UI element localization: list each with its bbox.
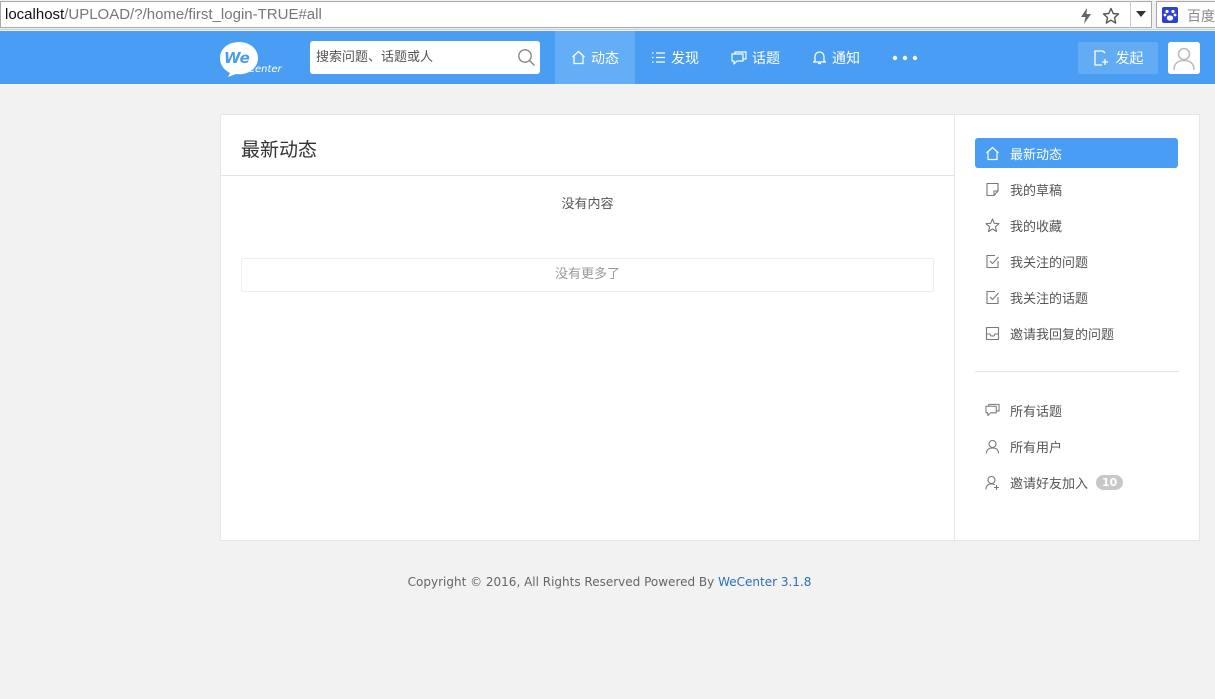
check-doc-icon: [986, 254, 999, 268]
list-icon: [652, 52, 665, 63]
footer: Copyright © 2016, All Rights Reserved Po…: [0, 575, 1215, 589]
page-title: 最新动态: [241, 139, 318, 161]
site-header: We Center 动态 发现 话题 通知 发起: [0, 31, 1215, 84]
sidebar-item-label: 我的收藏: [1010, 219, 1063, 235]
nav-item-topics[interactable]: 话题: [715, 31, 796, 84]
chat-icon: [985, 403, 1000, 417]
user-avatar[interactable]: [1168, 42, 1200, 74]
sidebar-item-followed-topics[interactable]: 我关注的话题: [975, 282, 1178, 312]
search-engine-label: 百度: [1187, 8, 1215, 24]
empty-state-text: 没有内容: [561, 197, 614, 212]
sidebar-item-label: 我的草稿: [1010, 183, 1063, 199]
more-dots-icon: [892, 55, 918, 60]
home-icon: [986, 146, 999, 160]
draft-icon: [986, 182, 999, 196]
check-doc-icon: [986, 290, 999, 304]
sidebar-item-all-users[interactable]: 所有用户: [975, 431, 1178, 461]
sidebar-item-favorites[interactable]: 我的收藏: [975, 210, 1178, 240]
publish-button[interactable]: 发起: [1078, 42, 1158, 74]
address-bar[interactable]: localhost/UPLOAD/?/home/first_login-TRUE…: [0, 1, 1152, 28]
nav-item-dynamic[interactable]: 动态: [555, 31, 635, 84]
sidebar-item-label: 所有用户: [1010, 440, 1063, 456]
logo-center-text: Center: [248, 64, 283, 75]
main-nav: 动态 发现 话题 通知: [555, 31, 876, 84]
browser-search-box[interactable]: 百度: [1156, 1, 1215, 28]
site-search-input[interactable]: [310, 41, 510, 74]
mail-icon: [985, 326, 1000, 340]
load-more-button[interactable]: 没有更多了: [241, 258, 934, 292]
chevron-down-icon: [1136, 11, 1146, 17]
content-container: 最新动态 没有内容 没有更多了 最新动态 我的草稿 我的收藏 我关注的问题 我关…: [220, 114, 1200, 541]
publish-label: 发起: [1115, 51, 1144, 67]
nav-item-label: 动态: [591, 50, 619, 67]
sidebar-item-label: 邀请我回复的问题: [1010, 327, 1115, 343]
more-menu-button[interactable]: [880, 31, 930, 84]
nav-item-label: 发现: [671, 50, 699, 67]
sidebar-item-label: 我关注的问题: [1010, 255, 1089, 271]
nav-item-discover[interactable]: 发现: [635, 31, 715, 84]
address-bar-url[interactable]: localhost/UPLOAD/?/home/first_login-TRUE…: [5, 6, 322, 23]
user-avatar-icon: [1168, 42, 1200, 74]
nav-item-notifications[interactable]: 通知: [796, 31, 876, 84]
logo-we-text: We: [224, 49, 250, 67]
nav-item-label: 通知: [832, 50, 860, 67]
sidebar: 最新动态 我的草稿 我的收藏 我关注的问题 我关注的话题 邀请我回复的问题 所有…: [955, 115, 1199, 540]
sidebar-item-all-topics[interactable]: 所有话题: [975, 395, 1178, 425]
home-icon: [572, 50, 585, 65]
divider: [221, 175, 954, 176]
user-icon: [985, 439, 1000, 454]
nav-item-label: 话题: [752, 50, 780, 67]
footer-wecenter-link[interactable]: WeCenter 3.1.8: [718, 575, 811, 589]
add-user-icon: [985, 475, 999, 490]
browser-toolbar: localhost/UPLOAD/?/home/first_login-TRUE…: [0, 0, 1215, 30]
compose-icon: [1093, 50, 1108, 66]
url-path: /UPLOAD/?/home/first_login-TRUE#all: [64, 6, 322, 23]
bolt-icon[interactable]: [1079, 7, 1093, 25]
sidebar-item-drafts[interactable]: 我的草稿: [975, 174, 1178, 204]
sidebar-item-label: 最新动态: [1010, 147, 1063, 163]
sidebar-item-latest[interactable]: 最新动态: [975, 138, 1178, 168]
chat-icon: [731, 50, 747, 65]
feed-column: 最新动态 没有内容 没有更多了: [221, 115, 955, 540]
sidebar-item-label: 我关注的话题: [1010, 291, 1089, 307]
baidu-paw-icon: [1162, 7, 1178, 23]
sidebar-item-label: 所有话题: [1010, 404, 1063, 420]
sidebar-divider: [975, 371, 1179, 372]
wecenter-logo[interactable]: We Center: [219, 40, 283, 78]
star-icon: [985, 217, 1000, 232]
sidebar-item-invited-questions[interactable]: 邀请我回复的问题: [975, 318, 1178, 348]
bookmark-star-icon[interactable]: [1102, 7, 1120, 25]
url-host: localhost: [5, 6, 65, 23]
footer-copyright: Copyright © 2016, All Rights Reserved Po…: [407, 575, 719, 589]
site-search: [310, 41, 540, 74]
sidebar-item-invite-friends[interactable]: 邀请好友加入 10: [975, 467, 1178, 497]
address-dropdown-button[interactable]: [1130, 1, 1152, 28]
search-icon[interactable]: [517, 48, 536, 67]
sidebar-item-followed-questions[interactable]: 我关注的问题: [975, 246, 1178, 276]
sidebar-item-label: 邀请好友加入: [1010, 476, 1089, 492]
invite-count-badge: 10: [1096, 474, 1124, 490]
bell-icon: [812, 51, 827, 65]
